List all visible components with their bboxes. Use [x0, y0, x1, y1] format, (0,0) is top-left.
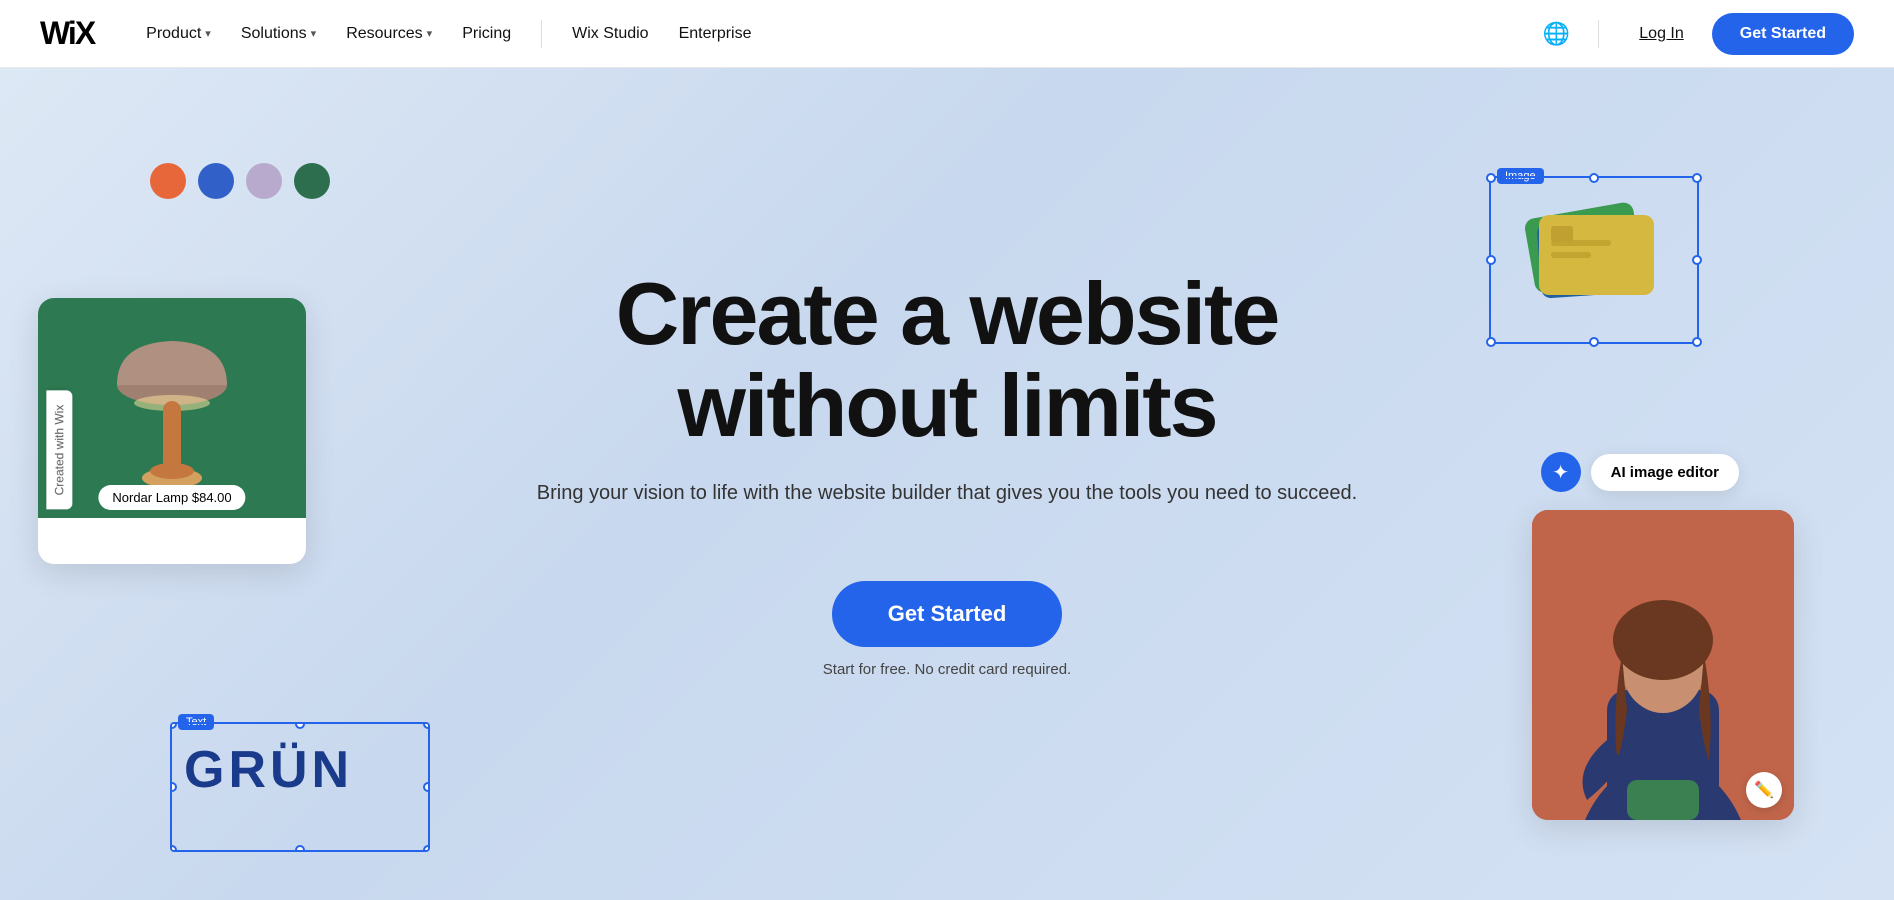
resize-handle-tr[interactable] [423, 722, 430, 729]
text-widget: Text GRÜN [170, 722, 430, 852]
text-widget-border: GRÜN [170, 722, 430, 852]
lamp-product-card: Nordar Lamp $84.00 [38, 298, 306, 564]
resize-handle-tr[interactable] [1692, 173, 1702, 183]
resize-handle-lm[interactable] [1486, 255, 1496, 265]
created-with-wix-label: Created with Wix [46, 391, 72, 510]
nav-divider [541, 20, 542, 48]
model-photo: ✏️ [1532, 510, 1794, 820]
nav-product[interactable]: Product ▾ [134, 19, 223, 49]
edit-pencil-icon[interactable]: ✏️ [1746, 772, 1782, 808]
color-dot-blue [198, 163, 234, 199]
nav-wix-studio[interactable]: Wix Studio [560, 19, 660, 49]
chevron-down-icon: ▾ [205, 27, 211, 40]
nav-resources[interactable]: Resources ▾ [334, 19, 444, 49]
resize-handle-tl[interactable] [1486, 173, 1496, 183]
resize-handle-bm[interactable] [295, 845, 305, 852]
ai-pill-label: AI image editor [1591, 454, 1739, 491]
hero-free-note: Start for free. No credit card required. [517, 661, 1377, 678]
hero-text-block: Create a website without limits Bring yo… [517, 268, 1377, 678]
chevron-down-icon: ▾ [427, 27, 433, 40]
color-dot-lavender [246, 163, 282, 199]
color-palette [150, 163, 330, 199]
resize-handle-rm[interactable] [1692, 255, 1702, 265]
resize-handle-br[interactable] [1692, 337, 1702, 347]
nav-pricing[interactable]: Pricing [450, 19, 523, 49]
stacked-cards-image [1509, 190, 1679, 330]
hero-get-started-button[interactable]: Get Started [832, 581, 1063, 647]
ai-icon: ✦ [1541, 452, 1581, 492]
nav-enterprise[interactable]: Enterprise [667, 19, 764, 49]
color-dot-orange [150, 163, 186, 199]
wix-logo[interactable]: WiX [40, 15, 94, 52]
nav-solutions[interactable]: Solutions ▾ [229, 19, 328, 49]
globe-icon[interactable]: 🌐 [1543, 21, 1570, 47]
nav-links: Product ▾ Solutions ▾ Resources ▾ Pricin… [134, 19, 1543, 49]
navbar: WiX Product ▾ Solutions ▾ Resources ▾ Pr… [0, 0, 1894, 68]
resize-handle-bm[interactable] [1589, 337, 1599, 347]
lamp-image: Nordar Lamp $84.00 [38, 298, 306, 518]
color-dot-green [294, 163, 330, 199]
nav-get-started-button[interactable]: Get Started [1712, 13, 1854, 55]
image-widget-border [1489, 176, 1699, 344]
nav-right-actions: 🌐 Log In Get Started [1543, 13, 1854, 55]
nav-divider-2 [1598, 20, 1599, 48]
hero-subtext: Bring your vision to life with the websi… [517, 477, 1377, 509]
gruen-brand-text: GRÜN [172, 724, 428, 816]
image-widget: Image [1489, 176, 1699, 344]
resize-handle-bl[interactable] [1486, 337, 1496, 347]
ai-image-editor-bubble: ✦ AI image editor [1541, 452, 1739, 492]
lamp-price-label: Nordar Lamp $84.00 [98, 485, 245, 510]
hero-headline: Create a website without limits [517, 268, 1377, 453]
resize-handle-bl[interactable] [170, 845, 177, 852]
hero-section: Nordar Lamp $84.00 Create a website with… [0, 68, 1894, 900]
resize-handle-br[interactable] [423, 845, 430, 852]
resize-handle-tm[interactable] [1589, 173, 1599, 183]
resize-handle-rm[interactable] [423, 782, 430, 792]
login-button[interactable]: Log In [1627, 19, 1695, 49]
chevron-down-icon: ▾ [311, 27, 317, 40]
model-photo-card: ✏️ [1532, 510, 1794, 820]
